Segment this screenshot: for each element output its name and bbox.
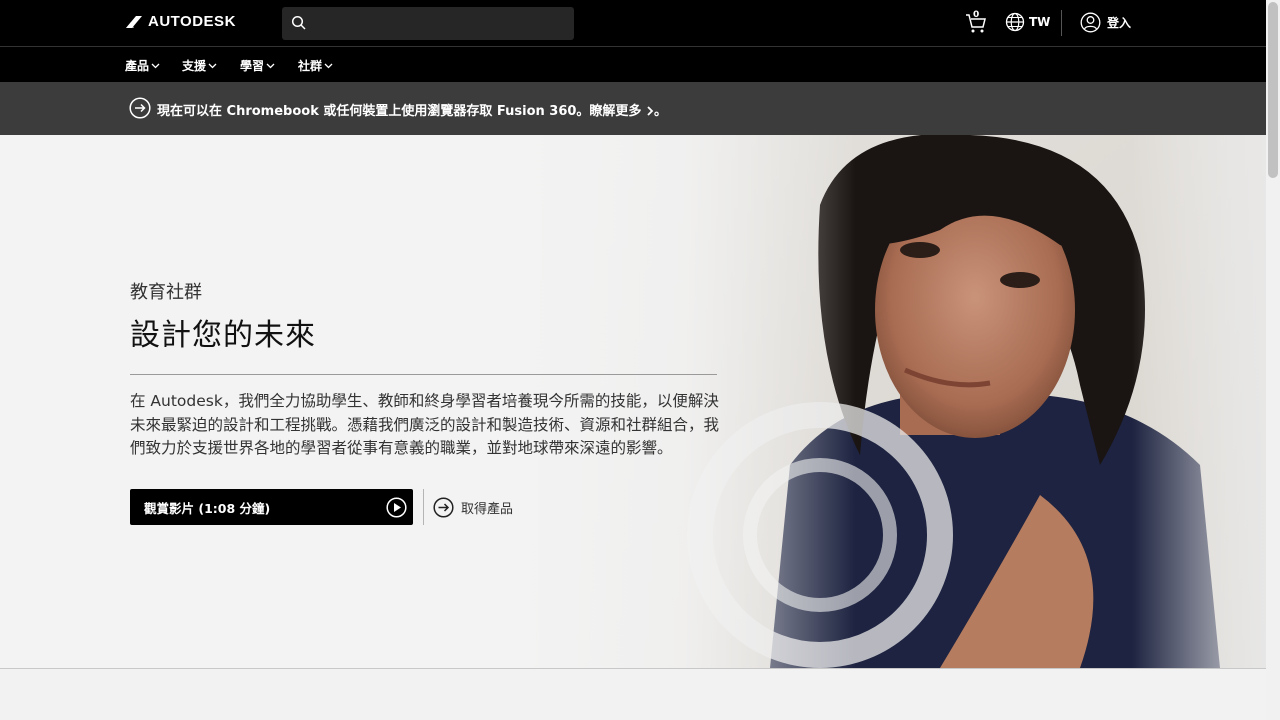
- hero-divider: [130, 374, 717, 375]
- announcement-banner: 現在可以在 Chromebook 或任何裝置上使用瀏覽器存取 Fusion 36…: [0, 82, 1266, 135]
- chevron-right-icon: [647, 106, 654, 116]
- nav-item-label: 產品: [125, 59, 150, 73]
- nav-item-label: 支援: [182, 59, 207, 73]
- hero-cta-row: 觀賞影片 (1:08 分鐘) 取得產品: [130, 489, 513, 525]
- nav-item-learning[interactable]: 學習: [240, 57, 275, 74]
- globe-icon: [1005, 12, 1025, 32]
- top-bar: AUTODESK 0 TW 登入: [0, 0, 1266, 46]
- hero-headline: 設計您的未來: [130, 318, 316, 353]
- region-label: TW: [1029, 15, 1051, 29]
- main-nav: 產品 支援 學習 社群: [0, 46, 1266, 82]
- banner-learn-more-link[interactable]: 瞭解更多: [589, 104, 654, 119]
- banner-text: 現在可以在 Chromebook 或任何裝置上使用瀏覽器存取 Fusion 36…: [157, 104, 590, 119]
- signin-button[interactable]: 登入: [1080, 12, 1131, 33]
- brand-name: AUTODESK: [148, 13, 236, 30]
- watch-video-button[interactable]: 觀賞影片 (1:08 分鐘): [130, 489, 413, 525]
- play-icon: [386, 496, 407, 518]
- banner-suffix: 。: [653, 104, 667, 119]
- nav-item-label: 社群: [298, 59, 323, 73]
- cart-count: 0: [973, 10, 980, 20]
- get-products-label: 取得產品: [461, 501, 514, 517]
- chevron-down-icon: [266, 63, 275, 69]
- search-input[interactable]: [282, 7, 574, 40]
- nav-item-community[interactable]: 社群: [298, 57, 333, 74]
- hero-content: 教育社群 設計您的未來 在 Autodesk，我們全力協助學生、教師和終身學習者…: [130, 278, 720, 461]
- region-selector[interactable]: TW: [1005, 12, 1050, 32]
- signin-label: 登入: [1107, 16, 1132, 30]
- nav-item-products[interactable]: 產品: [125, 57, 160, 74]
- hero-section: 教育社群 設計您的未來 在 Autodesk，我們全力協助學生、教師和終身學習者…: [0, 135, 1266, 668]
- nav-item-support[interactable]: 支援: [182, 57, 217, 74]
- get-products-link[interactable]: 取得產品: [433, 496, 514, 518]
- nav-item-label: 學習: [240, 59, 265, 73]
- watch-video-label: 觀賞影片 (1:08 分鐘): [144, 500, 271, 516]
- search-icon: [291, 15, 306, 30]
- next-section: [0, 669, 1266, 720]
- hero-description: 在 Autodesk，我們全力協助學生、教師和終身學習者培養現今所需的技能，以便…: [130, 392, 720, 457]
- cta-divider: [423, 489, 424, 525]
- header-divider: [1061, 10, 1062, 36]
- page-scrollbar[interactable]: [1266, 0, 1280, 720]
- autodesk-logo-icon: [126, 15, 142, 28]
- scrollbar-thumb[interactable]: [1268, 2, 1278, 178]
- chevron-down-icon: [208, 63, 217, 69]
- banner-message: 現在可以在 Chromebook 或任何裝置上使用瀏覽器存取 Fusion 36…: [157, 100, 667, 119]
- chevron-down-icon: [151, 63, 160, 69]
- user-icon: [1080, 12, 1101, 33]
- chevron-down-icon: [324, 63, 333, 69]
- hero-eyebrow: 教育社群: [130, 282, 202, 303]
- autodesk-logo[interactable]: AUTODESK: [125, 13, 236, 30]
- cart-button[interactable]: 0: [964, 10, 988, 35]
- arrow-circle-icon: [129, 97, 151, 119]
- banner-link-label: 瞭解更多: [589, 104, 642, 119]
- arrow-circle-icon: [433, 496, 454, 518]
